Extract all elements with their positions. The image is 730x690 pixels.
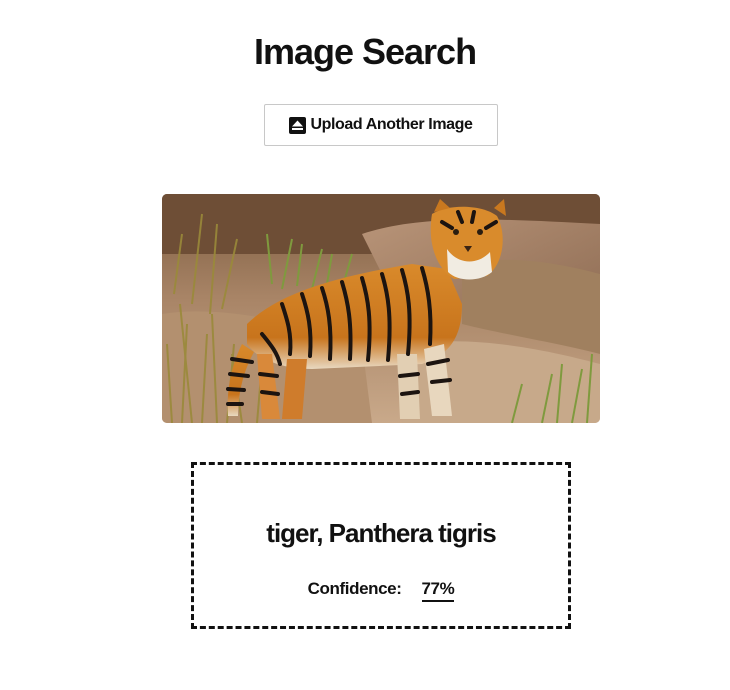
prediction-result-box: tiger, Panthera tigris Confidence: 77% xyxy=(191,462,571,629)
eject-icon xyxy=(289,116,307,134)
upload-button-label: Upload Another Image xyxy=(310,116,473,133)
confidence-label: Confidence: xyxy=(307,579,402,598)
page-title: Image Search xyxy=(253,31,477,72)
tiger-photo xyxy=(162,194,600,423)
prediction-label: tiger, Panthera tigris xyxy=(266,518,496,548)
confidence-value: 77% xyxy=(421,579,455,602)
confidence-row: Confidence: 77% xyxy=(194,579,568,602)
upload-another-image-button[interactable]: Upload Another Image xyxy=(264,104,498,146)
